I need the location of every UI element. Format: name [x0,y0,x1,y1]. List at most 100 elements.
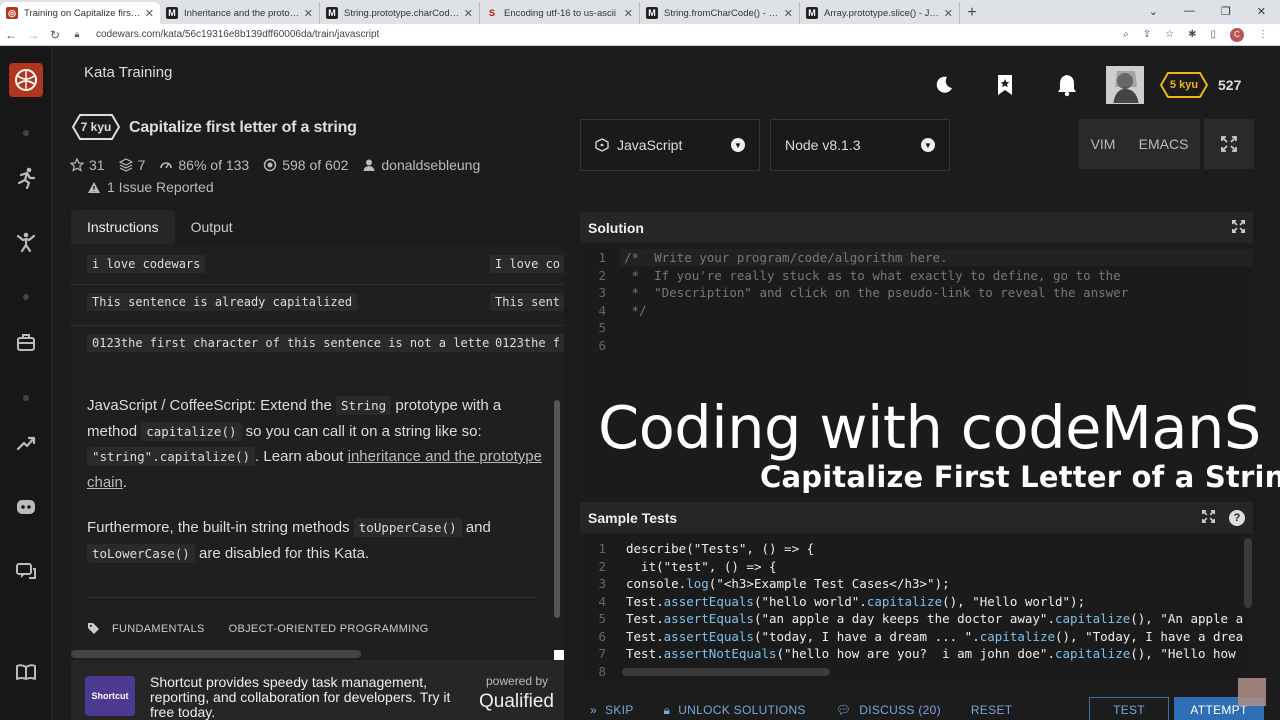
lock-icon: 🔒︎ [663,702,671,717]
vertical-scrollbar[interactable] [554,400,560,618]
sponsor-ad[interactable]: Shortcut Shortcut provides speedy task m… [71,660,564,720]
moon-icon[interactable] [930,72,956,98]
minimize-icon[interactable]: — [1184,5,1195,17]
back-icon[interactable]: ← [0,28,22,42]
close-icon[interactable]: ✕ [145,7,154,20]
line-number: 6 [598,628,606,644]
browser-tab[interactable]: M String.prototype.charCodeAt() - ✕ [320,2,480,24]
horizontal-scrollbar[interactable] [622,668,830,676]
discuss-label: DISCUSS (20) [859,703,941,717]
star-icon[interactable]: ☆ [1165,29,1174,40]
qualified-logo: Qualified [479,691,554,712]
bell-icon[interactable] [1054,72,1080,98]
test-button[interactable]: TEST [1089,697,1169,720]
reset-button[interactable]: RESET [971,703,1013,717]
training-icon[interactable] [13,165,39,191]
user-icon [363,159,375,171]
line-number: 3 [598,576,606,591]
trending-icon[interactable] [13,430,39,456]
fullscreen-button[interactable] [1204,119,1254,169]
code-function: assertEquals [663,611,754,626]
discuss-button[interactable]: 💬︎ DISCUSS (20) [836,703,941,717]
code-function: capitalize [1054,646,1131,661]
tag-fundamentals[interactable]: FUNDAMENTALS [112,623,205,635]
code-token: console. [626,576,687,591]
example-output: This sent [490,293,564,311]
briefcase-icon[interactable] [13,329,39,355]
close-icon[interactable]: ✕ [304,7,313,20]
example-output: I love co [490,255,564,273]
extensions-icon[interactable]: ✱ [1188,29,1196,40]
close-icon[interactable]: ✕ [464,7,473,20]
issues-reported[interactable]: 1 Issue Reported [87,179,214,195]
stars-stat[interactable]: 31 [70,157,105,173]
webcam-thumbnail [1238,678,1266,706]
code-token: Test. [626,611,664,626]
instructions-panel: i love codewars I love co This sentence … [71,244,564,720]
line-number: 5 [598,611,606,626]
browser-tab[interactable]: M Inheritance and the prototype ch ✕ [160,2,320,24]
sidebar-icon[interactable]: ▯ [1210,29,1216,40]
emacs-button[interactable]: EMACS [1139,136,1189,152]
chevron-down-icon: ▼ [921,138,935,152]
expand-icon[interactable] [1202,509,1215,526]
book-icon[interactable] [13,659,39,685]
browser-tab[interactable]: ◎ Training on Capitalize first letter ✕ [0,2,160,24]
window-controls: ⌄ — ❐ ✕ [1149,0,1280,22]
tab-output[interactable]: Output [175,210,249,244]
profile-avatar[interactable]: C [1230,27,1244,42]
code-token: Test. [626,646,664,661]
practice-icon[interactable] [13,229,39,255]
bookmark-icon[interactable] [992,72,1018,98]
sample-tests-editor[interactable]: 1 2 3 4 5 6 7 8 describe("Tests", () => … [580,535,1253,683]
avatar[interactable] [1106,66,1144,104]
version-select[interactable]: Node v8.1.3 ▼ [770,119,950,171]
code-line: Test.assertEquals("today, I have a dream… [626,629,1243,644]
language-select[interactable]: JavaScript ▼ [580,119,760,171]
search-icon[interactable]: ⌕ [1123,29,1129,40]
close-icon[interactable]: ✕ [624,7,633,20]
unlock-solutions-button[interactable]: 🔒︎ UNLOCK SOLUTIONS [664,703,806,718]
satisfaction-value: 86% of 133 [178,157,250,173]
completed-stat: 598 of 602 [263,157,348,173]
menu-icon[interactable]: ⋮ [1258,29,1268,40]
close-icon[interactable]: ✕ [784,7,793,20]
close-icon[interactable]: ✕ [1257,5,1266,18]
expand-icon[interactable] [1232,219,1245,236]
help-icon[interactable]: ? [1229,509,1245,526]
skip-button[interactable]: » SKIP [590,703,634,717]
share-icon[interactable]: ⇪ [1143,29,1151,40]
browser-tab[interactable]: M Array.prototype.slice() - JavaScri ✕ [800,2,960,24]
discord-icon[interactable] [13,494,39,520]
chevron-down-icon[interactable]: ⌄ [1149,5,1158,18]
rank-badge[interactable]: 5 kyu [1160,72,1208,98]
author-stat[interactable]: donaldsebleung [362,157,480,173]
code-token: describe( [626,541,694,556]
code-string: ("hello world". [753,593,867,609]
example-output: 0123the f [490,334,564,352]
collections-stat: 7 [118,157,145,173]
browser-tab[interactable]: M String.fromCharCode() - JavaScri ✕ [640,2,800,24]
chat-icon[interactable] [13,559,39,585]
forward-icon[interactable]: → [22,28,44,42]
code-line: * If you're really stuck as to what exac… [624,267,1121,283]
vertical-scrollbar[interactable] [1244,538,1252,608]
mdn-icon: M [646,7,658,19]
url-field[interactable]: codewars.com/kata/56c19316e8b139dff60006… [96,29,379,40]
stackoverflow-icon: S [488,8,495,18]
horizontal-scrollbar[interactable] [71,650,361,658]
code-function: assertEquals [663,628,754,644]
instructions-tabs: Instructions Output [71,210,564,244]
browser-tab[interactable]: S Encoding utf-16 to us-ascii ✕ [480,2,640,24]
close-icon[interactable]: ✕ [944,7,953,20]
tag-oop[interactable]: OBJECT-ORIENTED PROGRAMMING [229,623,429,635]
codewars-logo[interactable] [9,63,43,97]
reload-icon[interactable]: ↻ [44,28,66,42]
vim-button[interactable]: VIM [1091,136,1116,152]
code-token: (), "Hello world"); [942,593,1086,609]
new-tab-button[interactable]: + [960,2,984,24]
editor-mode-toggle: VIM EMACS [1079,119,1200,169]
tab-instructions[interactable]: Instructions [71,210,175,244]
restore-icon[interactable]: ❐ [1221,5,1231,18]
code-function: capitalize [866,593,943,609]
